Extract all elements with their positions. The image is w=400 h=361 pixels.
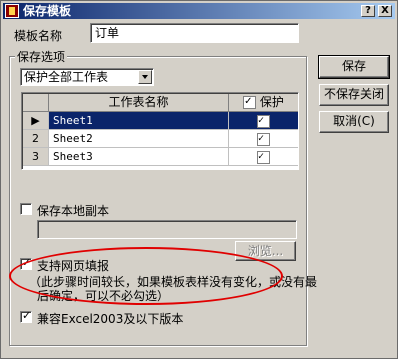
local-copy-path-input[interactable] (37, 220, 297, 239)
row-header-3[interactable]: 3 (23, 148, 49, 166)
close-button[interactable]: X (378, 5, 392, 17)
save-options-title: 保存选项 (15, 48, 68, 65)
protect-mode-select[interactable]: 保护全部工作表 (20, 68, 154, 86)
template-name-input[interactable]: 订单 (90, 23, 299, 43)
table-row-name[interactable]: Sheet3 (49, 148, 229, 166)
local-copy-checkbox[interactable] (20, 203, 32, 215)
row-header-1[interactable]: ▶ (23, 112, 49, 130)
app-icon (5, 4, 19, 18)
table-row-protect[interactable] (229, 112, 298, 130)
col-header-sheet[interactable]: 工作表名称 (49, 94, 229, 112)
protect-checkbox[interactable] (257, 130, 270, 148)
save-template-dialog: 保存模板 ? X 模板名称 订单 保存选项 保护全部工作表 工作表名称 保护 ▶… (0, 0, 398, 359)
web-fill-checkbox[interactable] (20, 256, 32, 270)
cancel-button[interactable]: 取消(C) (319, 111, 389, 133)
table-row-protect[interactable] (229, 148, 298, 166)
help-button[interactable]: ? (361, 5, 375, 17)
local-copy-label: 保存本地副本 (37, 204, 110, 218)
chevron-down-icon[interactable] (138, 70, 152, 84)
row-header-2[interactable]: 2 (23, 130, 49, 148)
protect-mode-value: 保护全部工作表 (24, 70, 109, 84)
table-row-protect[interactable] (229, 130, 298, 148)
col-header-protect-label: 保护 (259, 95, 284, 109)
col-header-protect[interactable]: 保护 (229, 93, 298, 112)
title-bar: 保存模板 ? X (3, 3, 395, 19)
table-row-name[interactable]: Sheet2 (49, 130, 229, 148)
grid-corner (23, 94, 49, 112)
sheet-grid: 工作表名称 保护 ▶ Sheet1 2 Sheet2 3 Sheet3 (21, 92, 299, 170)
close-without-save-button[interactable]: 不保存关闭 (319, 84, 389, 106)
compat-checkbox[interactable] (20, 309, 32, 323)
web-fill-label: 支持网页填报 (37, 259, 110, 273)
save-button[interactable]: 保存 (318, 55, 390, 79)
compat-label: 兼容Excel2003及以下版本 (37, 312, 184, 326)
protect-checkbox[interactable] (257, 112, 270, 130)
web-fill-note-line2: 后确定，可以不必勾选） (37, 289, 170, 303)
window-title: 保存模板 (23, 4, 72, 18)
protect-checkbox[interactable] (257, 148, 270, 166)
protect-all-checkbox[interactable] (243, 93, 257, 110)
browse-button[interactable]: 浏览... (235, 241, 296, 261)
template-name-label: 模板名称 (14, 29, 63, 43)
table-row-name[interactable]: Sheet1 (49, 112, 229, 130)
